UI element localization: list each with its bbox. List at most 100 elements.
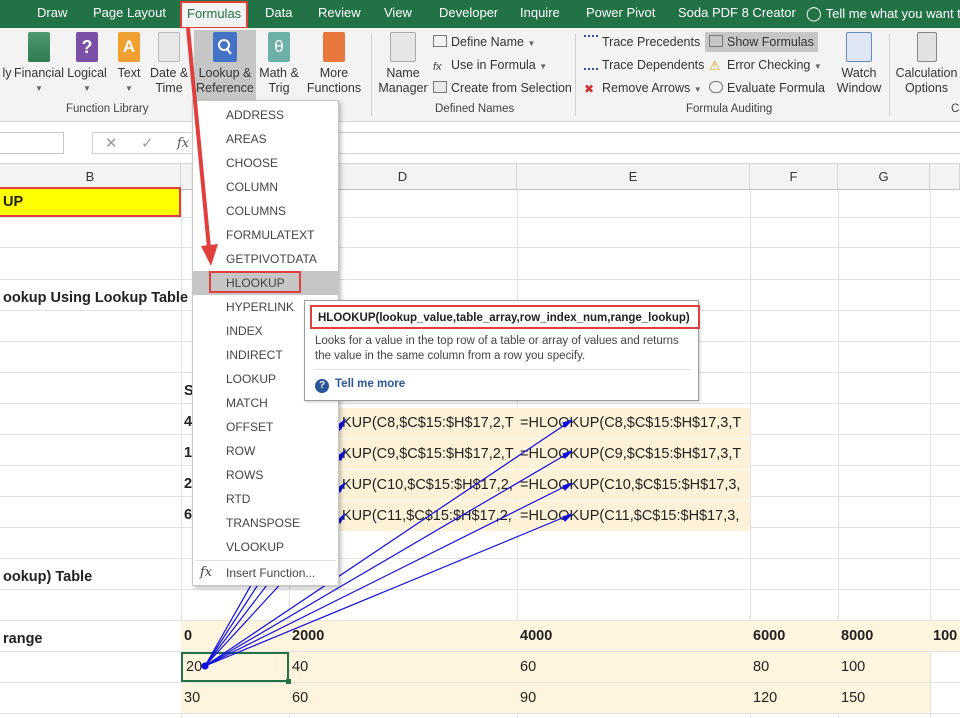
tell-me-box[interactable]: ◯ Tell me what you want to — [806, 0, 960, 28]
menu-item-rows[interactable]: ROWS — [193, 463, 338, 487]
cell-g15[interactable]: 8000 — [838, 621, 930, 651]
column-header-f[interactable]: F — [750, 164, 838, 190]
tab-draw[interactable]: Draw — [37, 0, 67, 28]
financial-button[interactable]: Financial ▼ — [14, 32, 64, 96]
cell-c17[interactable]: 30 — [181, 683, 289, 713]
menu-item-row[interactable]: ROW — [193, 439, 338, 463]
name-box[interactable] — [0, 132, 64, 154]
menu-item-columns[interactable]: COLUMNS — [193, 199, 338, 223]
show-formulas-icon — [709, 35, 723, 47]
tab-inquire[interactable]: Inquire — [520, 0, 560, 28]
math-trig-icon: θ — [268, 32, 290, 62]
tab-developer[interactable]: Developer — [439, 0, 498, 28]
menu-item-rtd[interactable]: RTD — [193, 487, 338, 511]
cancel-icon[interactable]: ✕ — [105, 133, 118, 155]
cell-e11[interactable]: =HLOOKUP(C11,$C$15:$H$17,3, — [517, 501, 750, 531]
tab-power-pivot[interactable]: Power Pivot — [586, 0, 655, 28]
evaluate-formula-button[interactable]: Evaluate Formula — [709, 78, 825, 98]
create-from-selection-button[interactable]: Create from Selection — [433, 78, 572, 98]
show-formulas-button[interactable]: Show Formulas — [705, 32, 818, 52]
cell-d8[interactable]: KUP(C8,$C$15:$H$17,2,T — [339, 408, 517, 438]
hlookup-label: HLOOKUP — [209, 271, 301, 293]
cell-c15[interactable]: 0 — [181, 621, 289, 651]
tab-formulas[interactable]: Formulas — [179, 1, 249, 29]
menu-item-hlookup[interactable]: HLOOKUP — [193, 271, 338, 295]
tab-soda-pdf[interactable]: Soda PDF 8 Creator — [678, 0, 796, 28]
cell-e17[interactable]: 90 — [517, 683, 750, 713]
ribbon: ly Financial ▼ ? Logical ▼ A Text ▼ Date… — [0, 28, 960, 122]
cell-f16[interactable]: 80 — [750, 652, 838, 682]
cell-d16[interactable]: 40 — [289, 652, 517, 682]
cell-f17[interactable]: 120 — [750, 683, 838, 713]
define-name-button[interactable]: Define Name ▼ — [433, 32, 535, 52]
date-time-button[interactable]: Date & Time — [150, 32, 188, 96]
name-manager-button[interactable]: Name Manager — [376, 32, 430, 96]
cell-d9[interactable]: KUP(C9,$C$15:$H$17,2,T — [339, 439, 517, 469]
cell-g17[interactable]: 150 — [838, 683, 930, 713]
cell-d10[interactable]: KUP(C10,$C$15:$H$17,2, — [339, 470, 517, 500]
tab-view[interactable]: View — [384, 0, 412, 28]
menu-item-choose[interactable]: CHOOSE — [193, 151, 338, 175]
name-manager-icon — [390, 32, 416, 62]
column-header-h[interactable] — [930, 164, 960, 190]
error-checking-button[interactable]: ⚠ Error Checking ▼ — [709, 55, 822, 75]
remove-arrows-button[interactable]: ✖ Remove Arrows ▼ — [584, 78, 702, 98]
logical-button[interactable]: ? Logical ▼ — [66, 32, 108, 96]
function-library-label: Function Library — [66, 103, 149, 115]
range-label-cell[interactable]: range — [0, 624, 181, 654]
fx-icon: fx — [200, 565, 213, 580]
cell-c16-selected[interactable]: 20 — [181, 652, 289, 682]
use-in-formula-button[interactable]: fx Use in Formula ▼ — [433, 55, 547, 75]
sheet-title-cell[interactable]: UP — [0, 187, 181, 217]
menu-item-address[interactable]: ADDRESS — [193, 103, 338, 127]
cell-d15[interactable]: 2000 — [289, 621, 517, 651]
tab-page-layout[interactable]: Page Layout — [93, 0, 166, 28]
section-heading-cell[interactable]: ookup Using Lookup Table — [0, 283, 200, 313]
menu-item-vlookup[interactable]: VLOOKUP — [193, 535, 338, 559]
enter-icon[interactable]: ✓ — [141, 133, 154, 155]
row-line — [0, 558, 960, 559]
lookup-reference-icon — [213, 32, 237, 62]
formula-auditing-label: Formula Auditing — [686, 103, 773, 115]
cell-e15[interactable]: 4000 — [517, 621, 750, 651]
column-header-g[interactable]: G — [838, 164, 930, 190]
text-button[interactable]: A Text ▼ — [114, 32, 144, 96]
tab-data[interactable]: Data — [265, 0, 292, 28]
cell-e8[interactable]: =HLOOKUP(C8,$C$15:$H$17,3,T — [517, 408, 750, 438]
menu-item-offset[interactable]: OFFSET — [193, 415, 338, 439]
menu-item-transpose[interactable]: TRANSPOSE — [193, 511, 338, 535]
group-separator — [575, 34, 576, 116]
more-functions-button[interactable]: More Functions — [304, 32, 364, 96]
menu-item-column[interactable]: COLUMN — [193, 175, 338, 199]
table-heading-cell[interactable]: ookup) Table — [0, 562, 181, 592]
cell-g16[interactable]: 100 — [838, 652, 930, 682]
group-separator — [371, 34, 372, 116]
trace-dependents-button[interactable]: Trace Dependents — [584, 55, 704, 75]
cell-f15[interactable]: 6000 — [750, 621, 838, 651]
cell-h15[interactable]: 100 — [930, 621, 960, 651]
tell-me-more-link[interactable]: ? Tell me more — [315, 378, 405, 393]
trace-precedents-button[interactable]: Trace Precedents — [584, 32, 700, 52]
watch-window-button[interactable]: Watch Window — [836, 32, 882, 96]
menu-item-areas[interactable]: AREAS — [193, 127, 338, 151]
math-trig-button[interactable]: θ Math & Trig — [258, 32, 300, 96]
tooltip-signature: HLOOKUP(lookup_value,table_array,row_ind… — [310, 305, 700, 329]
cell-d17[interactable]: 60 — [289, 683, 517, 713]
lookup-reference-button[interactable]: Lookup & Reference — [194, 30, 256, 102]
menu-item-formulatext[interactable]: FORMULATEXT — [193, 223, 338, 247]
calculation-options-button[interactable]: Calculation Options — [893, 32, 960, 96]
fill-handle[interactable] — [286, 679, 291, 684]
function-tooltip: HLOOKUP(lookup_value,table_array,row_ind… — [304, 300, 700, 401]
insert-function-icon[interactable]: fx — [177, 133, 189, 155]
tab-review[interactable]: Review — [318, 0, 361, 28]
menu-item-insert-function[interactable]: fx Insert Function... — [193, 561, 338, 585]
menu-item-getpivotdata[interactable]: GETPIVOTDATA — [193, 247, 338, 271]
cell-d11[interactable]: KUP(C11,$C$15:$H$17,2, — [339, 501, 517, 531]
cell-e16[interactable]: 60 — [517, 652, 750, 682]
cell-e9[interactable]: =HLOOKUP(C9,$C$15:$H$17,3,T — [517, 439, 750, 469]
cell-e10[interactable]: =HLOOKUP(C10,$C$15:$H$17,3, — [517, 470, 750, 500]
column-header-e[interactable]: E — [517, 164, 750, 190]
row-line — [0, 279, 960, 280]
formula-bar: ✕ ✓ fx — [0, 122, 960, 164]
recently-used-button[interactable]: ly — [0, 32, 14, 81]
